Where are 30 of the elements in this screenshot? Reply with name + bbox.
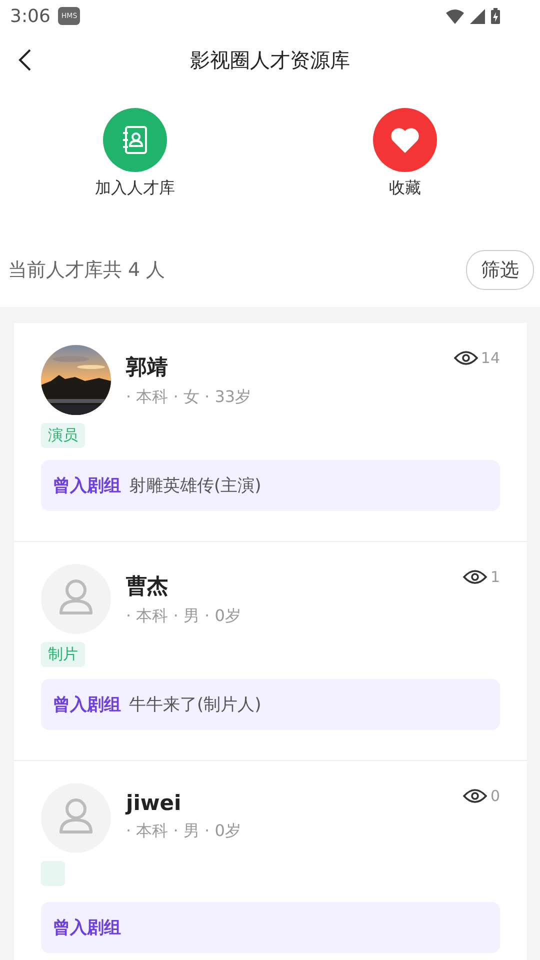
view-count: 1 <box>490 568 500 586</box>
view-count: 14 <box>480 349 500 367</box>
talent-count: 当前人才库共 4 人 <box>8 258 166 282</box>
status-time: 3:06 <box>10 6 50 26</box>
eye-icon <box>454 350 478 366</box>
page-title: 影视圈人才资源库 <box>190 46 350 74</box>
avatar-placeholder-icon <box>41 564 111 634</box>
crew-value: 射雕英雄传(主演) <box>129 475 262 497</box>
person-name: jiwei <box>126 791 182 815</box>
crew-label: 曾入剧组 <box>53 694 121 716</box>
crew-value: 牛牛来了(制片人) <box>129 694 262 716</box>
battery-icon <box>491 8 500 24</box>
person-details: · 本科 · 男 · 0岁 <box>126 606 242 627</box>
action-button[interactable]: 加入人才库 <box>55 108 215 220</box>
avatar-placeholder-icon <box>41 783 111 853</box>
view-count: 0 <box>490 787 500 805</box>
eye-icon <box>463 788 488 804</box>
filter-button[interactable]: 筛选 <box>466 250 534 290</box>
crew-label: 曾入剧组 <box>53 475 121 497</box>
role-tag: 演员 <box>41 423 85 448</box>
wifi-icon <box>446 8 464 24</box>
person-details: · 本科 · 男 · 0岁 <box>126 821 242 842</box>
person-details: · 本科 · 女 · 33岁 <box>126 387 252 408</box>
signal-icon <box>470 8 485 24</box>
person-name: 曹杰 <box>126 573 169 600</box>
eye-icon <box>463 569 488 585</box>
role-tag: 制片 <box>41 642 85 667</box>
person-name: 郭靖 <box>126 354 169 381</box>
action-button[interactable]: 收藏 <box>325 108 485 220</box>
crew-label: 曾入剧组 <box>53 917 121 939</box>
